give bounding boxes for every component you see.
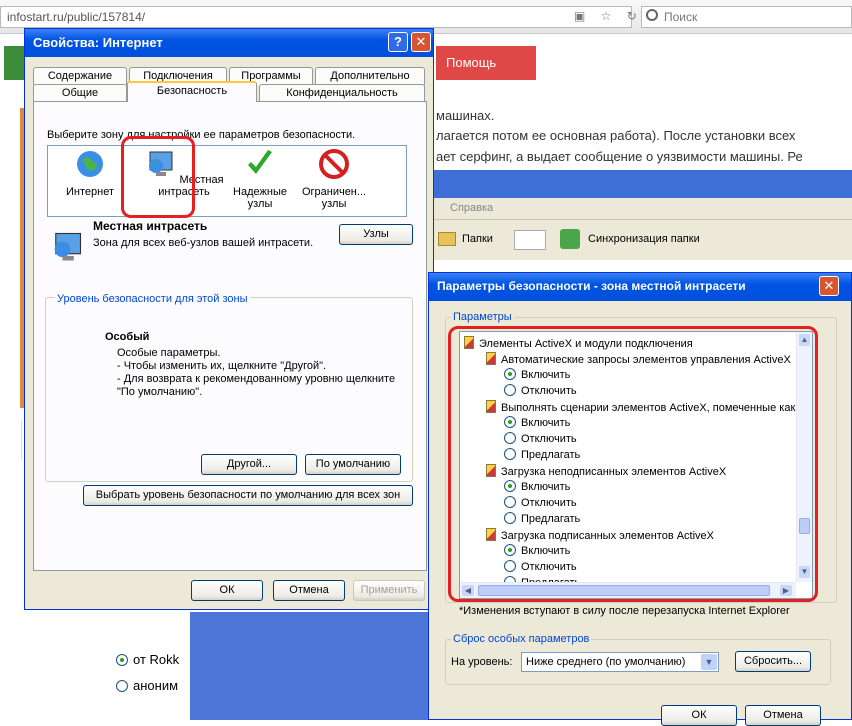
reset-button[interactable]: Сбросить... — [735, 651, 811, 672]
tab-content[interactable]: Содержание — [33, 67, 127, 85]
reset-level-select[interactable]: Ниже среднего (по умолчанию) ▼ — [521, 652, 719, 672]
security-level-desc: - Для возврата к рекомендованному уровню… — [117, 373, 396, 385]
ok-button[interactable]: ОК — [191, 580, 263, 601]
chevron-down-icon[interactable]: ▼ — [701, 654, 717, 670]
apply-button[interactable]: Применить — [353, 580, 425, 601]
settings-highlight — [448, 326, 818, 602]
close-icon[interactable]: ✕ — [819, 276, 839, 296]
help-icon[interactable]: ? — [388, 32, 408, 52]
check-icon — [248, 150, 272, 174]
tab-general[interactable]: Общие — [33, 84, 127, 102]
all-zones-default-button[interactable]: Выбрать уровень безопасности по умолчани… — [83, 485, 413, 506]
zone-restricted[interactable]: Ограничен... узлы — [294, 148, 374, 210]
dialog-titlebar: Свойства: Интернет — [25, 29, 433, 57]
security-level-name: Особый — [105, 331, 150, 343]
dialog-title: Параметры безопасности - зона местной ин… — [437, 279, 746, 293]
other-button[interactable]: Другой... — [201, 454, 297, 475]
tab-security[interactable]: Безопасность — [127, 81, 257, 102]
reset-level-value: Ниже среднего (по умолчанию) — [526, 656, 686, 668]
security-level-group-title: Уровень безопасности для этой зоны — [55, 293, 250, 305]
zone-trusted[interactable]: Надежные узлы — [220, 148, 300, 210]
ok-button[interactable]: ОК — [661, 705, 737, 726]
selected-zone-title: Местная интрасеть — [93, 219, 208, 233]
intranet-icon — [54, 232, 82, 261]
zone-list: Интернет Местная интрасеть Надежные узлы… — [47, 145, 407, 217]
zone-internet[interactable]: Интернет — [50, 148, 130, 198]
security-level-desc: - Чтобы изменить их, щелкните "Другой". — [117, 360, 327, 372]
selected-zone-desc: Зона для всех веб-узлов вашей интрасети. — [93, 237, 314, 249]
restart-note: *Изменения вступают в силу после перезап… — [459, 605, 790, 617]
internet-properties-dialog: Свойства: Интернет ? ✕ Содержание Подклю… — [24, 28, 434, 610]
security-level-desc: "По умолчанию". — [117, 386, 203, 398]
cancel-button[interactable]: Отмена — [273, 580, 345, 601]
params-group-title: Параметры — [451, 311, 514, 323]
default-button[interactable]: По умолчанию — [305, 454, 401, 475]
dialog-title: Свойства: Интернет — [33, 35, 163, 50]
zone-prompt: Выберите зону для настройки ее параметро… — [47, 129, 356, 141]
close-icon[interactable]: ✕ — [411, 32, 431, 52]
sites-button[interactable]: Узлы — [339, 224, 413, 245]
security-level-desc: Особые параметры. — [117, 347, 221, 359]
reset-level-label: На уровень: — [451, 656, 513, 668]
dialog-titlebar: Параметры безопасности - зона местной ин… — [429, 273, 851, 301]
cancel-button[interactable]: Отмена — [745, 705, 821, 726]
tab-privacy[interactable]: Конфиденциальность — [259, 84, 425, 102]
restricted-icon — [319, 149, 349, 179]
globe-icon — [77, 151, 103, 177]
zone-highlight — [121, 136, 195, 218]
tab-advanced[interactable]: Дополнительно — [315, 67, 425, 85]
reset-group-title: Сброс особых параметров — [451, 633, 592, 645]
